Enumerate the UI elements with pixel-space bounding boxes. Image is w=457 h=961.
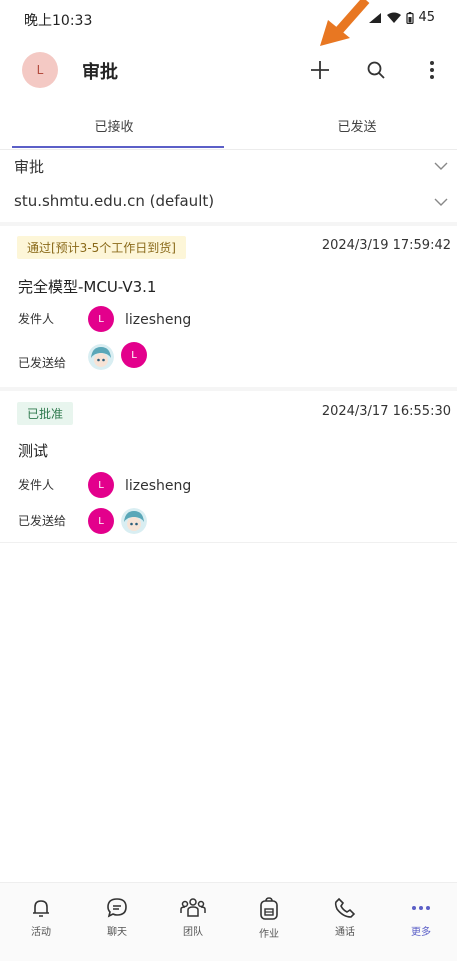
search-button[interactable] <box>360 54 392 86</box>
domain-label: stu.shmtu.edu.cn (default) <box>14 192 215 210</box>
search-icon <box>367 61 385 79</box>
recipient-avatar <box>88 344 114 370</box>
approval-type-filter[interactable]: 审批 <box>0 150 457 186</box>
card-date: 2024/3/19 17:59:42 <box>321 238 451 253</box>
approval-type-label: 审批 <box>14 158 45 176</box>
nav-label: 更多 <box>411 927 431 938</box>
nav-label: 团队 <box>183 927 203 938</box>
status-badge: 已批准 <box>17 402 74 425</box>
chat-icon <box>107 898 127 918</box>
page-title: 审批 <box>82 62 118 83</box>
status-bar: 晚上10:33 45 <box>0 0 457 36</box>
teams-icon <box>180 898 206 917</box>
nav-more[interactable]: 更多 <box>391 897 451 938</box>
recipient-avatar <box>121 508 147 534</box>
chevron-down-icon <box>434 198 448 206</box>
recipient-avatar: L <box>88 508 114 534</box>
sender-avatar: L <box>88 472 114 498</box>
bell-icon <box>33 900 49 917</box>
signal-icon <box>369 12 382 23</box>
domain-filter[interactable]: stu.shmtu.edu.cn (default) <box>0 186 457 222</box>
card-title: 完全模型-MCU-V3.1 <box>18 278 157 296</box>
nav-label: 通话 <box>335 927 355 938</box>
tab-bar: 已接收 已发送 <box>0 108 457 150</box>
nav-teams[interactable]: 团队 <box>163 897 223 938</box>
nav-assignments[interactable]: 作业 <box>239 897 299 940</box>
backpack-icon <box>260 897 278 920</box>
plus-icon <box>311 61 329 79</box>
battery-icon <box>406 11 415 24</box>
battery-level: 45 <box>418 10 435 25</box>
sender-label: 发件人 <box>18 312 55 326</box>
section-divider <box>0 387 457 391</box>
nav-calls[interactable]: 通话 <box>315 897 375 938</box>
sender-name: lizesheng <box>125 478 192 494</box>
nav-label: 聊天 <box>107 927 127 938</box>
nav-chat[interactable]: 聊天 <box>87 897 147 938</box>
approval-card[interactable]: 通过[预计3-5个工作日到货] 2024/3/19 17:59:42 完全模型-… <box>0 226 457 386</box>
add-button[interactable] <box>304 54 336 86</box>
tab-sent[interactable]: 已发送 <box>243 116 457 135</box>
anime-avatar-icon <box>121 508 147 534</box>
tab-received[interactable]: 已接收 <box>0 116 228 135</box>
sender-name: lizesheng <box>125 312 192 328</box>
nav-activity[interactable]: 活动 <box>11 897 71 938</box>
chevron-down-icon <box>434 162 448 170</box>
sender-avatar: L <box>88 306 114 332</box>
more-icon <box>412 906 430 910</box>
status-time: 晚上10:33 <box>24 13 93 29</box>
card-date: 2024/3/17 16:55:30 <box>321 404 451 419</box>
wifi-icon <box>387 12 402 23</box>
app-header: L 审批 <box>0 44 457 94</box>
status-icons: 45 <box>368 10 435 25</box>
bottom-nav: 活动 聊天 团队 作业 通话 更多 <box>0 882 457 961</box>
card-title: 测试 <box>18 442 49 460</box>
list-end-divider <box>0 542 457 543</box>
status-badge: 通过[预计3-5个工作日到货] <box>17 236 186 259</box>
sent-to-label: 已发送给 <box>18 356 67 370</box>
nav-label: 活动 <box>31 927 51 938</box>
sender-label: 发件人 <box>18 478 55 492</box>
phone-icon <box>334 897 356 918</box>
approval-card[interactable]: 已批准 2024/3/17 16:55:30 测试 发件人 L lizeshen… <box>0 392 457 542</box>
active-tab-indicator <box>12 146 224 148</box>
vertical-dots-icon <box>430 61 434 79</box>
anime-avatar-icon <box>88 344 114 370</box>
avatar[interactable]: L <box>22 52 58 88</box>
recipient-avatar: L <box>121 342 147 368</box>
more-options-button[interactable] <box>416 54 448 86</box>
sent-to-label: 已发送给 <box>18 514 67 528</box>
nav-label: 作业 <box>259 929 279 940</box>
